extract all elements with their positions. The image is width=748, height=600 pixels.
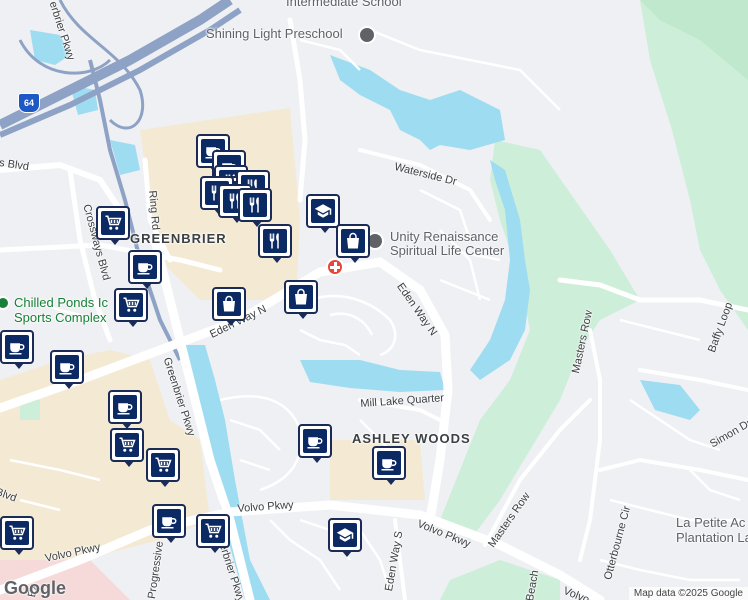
shopping-cart-icon	[119, 293, 143, 317]
map-canvas[interactable]: 64 Intermediate School Shining Light Pre…	[0, 0, 748, 600]
interstate-shield-icon: 64	[18, 93, 40, 113]
school-icon	[311, 199, 335, 223]
coffee-icon	[377, 451, 401, 475]
poi-pin-restaurant[interactable]	[258, 224, 292, 263]
place-label-la-petite-line2[interactable]: Plantation La	[676, 530, 748, 545]
area-label-ashley-woods: ASHLEY WOODS	[352, 431, 471, 446]
place-label-shining-light-preschool[interactable]: Shining Light Preschool	[206, 26, 343, 41]
poi-pin-school[interactable]	[306, 194, 340, 233]
poi-pin-coffee[interactable]	[152, 504, 186, 543]
poi-pin-shopping-cart[interactable]	[146, 448, 180, 487]
poi-pin-coffee[interactable]	[372, 446, 406, 485]
poi-pin-coffee[interactable]	[50, 350, 84, 389]
school-icon[interactable]	[358, 26, 376, 44]
restaurant-icon	[263, 229, 287, 253]
map-attribution[interactable]: Map data ©2025 Google	[628, 587, 748, 600]
school-icon	[333, 523, 357, 547]
poi-pin-shopping-cart[interactable]	[114, 288, 148, 327]
poi-pin-shopping-cart[interactable]	[0, 516, 34, 555]
coffee-icon	[113, 395, 137, 419]
poi-pin-shopping-cart[interactable]	[96, 206, 130, 245]
place-label-unity-line1[interactable]: Unity Renaissance	[390, 229, 498, 244]
place-label-la-petite-line1[interactable]: La Petite Ac	[676, 515, 745, 530]
poi-pin-shopping-bag[interactable]	[284, 280, 318, 319]
place-label-chilled-ponds-line1[interactable]: Chilled Ponds Ic	[14, 295, 108, 310]
poi-pin-shopping-bag[interactable]	[212, 287, 246, 326]
shopping-cart-icon	[115, 433, 139, 457]
google-logo: Google	[4, 578, 66, 598]
poi-pin-coffee[interactable]	[0, 330, 34, 369]
map-base-layer	[0, 0, 748, 600]
shopping-bag-icon	[217, 292, 241, 316]
poi-pin-coffee[interactable]	[108, 390, 142, 429]
area-label-greenbrier: GREENBRIER	[130, 231, 227, 246]
shopping-bag-icon	[341, 229, 365, 253]
coffee-icon	[157, 509, 181, 533]
place-label-intermediate-school[interactable]: Intermediate School	[286, 0, 402, 9]
shopping-cart-icon	[151, 453, 175, 477]
shopping-cart-icon	[5, 521, 29, 545]
place-label-chilled-ponds-line2[interactable]: Sports Complex	[14, 310, 106, 325]
shopping-cart-icon	[201, 519, 225, 543]
shopping-cart-icon	[101, 211, 125, 235]
poi-pin-school[interactable]	[328, 518, 362, 557]
poi-pin-shopping-cart[interactable]	[110, 428, 144, 467]
coffee-icon	[133, 255, 157, 279]
coffee-icon	[303, 429, 327, 453]
restaurant-icon	[243, 193, 267, 217]
poi-pin-restaurant[interactable]	[238, 188, 272, 227]
place-label-unity-line2[interactable]: Spiritual Life Center	[390, 243, 504, 258]
shopping-bag-icon	[289, 285, 313, 309]
coffee-icon	[5, 335, 29, 359]
poi-pin-shopping-cart[interactable]	[196, 514, 230, 553]
poi-pin-coffee[interactable]	[298, 424, 332, 463]
coffee-icon	[55, 355, 79, 379]
poi-pin-shopping-bag[interactable]	[336, 224, 370, 263]
poi-pin-coffee[interactable]	[128, 250, 162, 289]
